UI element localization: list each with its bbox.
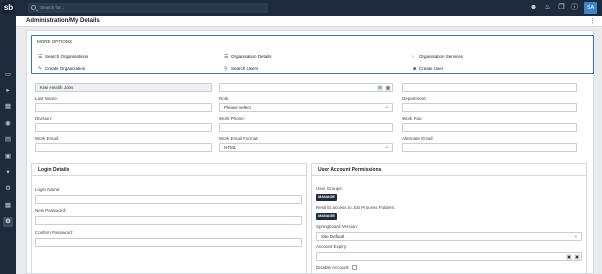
login-details-title: Login Details bbox=[32, 164, 306, 176]
top-right-field[interactable] bbox=[402, 83, 577, 92]
sidebar: ▭ ▸ ▦ ◉ ▤ ▣ ▾ ⚙ ▩ ⚙ bbox=[0, 16, 16, 274]
work-fax-field[interactable] bbox=[402, 123, 577, 132]
restrict-access-label: Restrict access to Job Process Folders: bbox=[316, 205, 396, 210]
folder-icon[interactable]: ▦ bbox=[3, 102, 13, 112]
confirm-password-field[interactable] bbox=[35, 238, 302, 247]
new-password-field[interactable] bbox=[35, 216, 302, 225]
new-password-label: New Password: bbox=[35, 208, 67, 213]
role-select[interactable]: Please select ⌄ bbox=[219, 103, 393, 112]
organisation-services-link[interactable]: › Organisation Services bbox=[412, 54, 463, 60]
page-title: Administration/My Details bbox=[26, 18, 100, 24]
role-label: Role: bbox=[219, 96, 230, 101]
work-email-format-select[interactable]: HTML ⌄ bbox=[219, 143, 393, 152]
chart-icon[interactable]: ▩ bbox=[3, 201, 13, 211]
calendar-icon[interactable]: ▣ bbox=[566, 253, 572, 260]
account-expiry-label: Account Expiry: bbox=[316, 244, 348, 249]
login-name-field[interactable] bbox=[35, 195, 302, 204]
search-users-icon: ⚲ bbox=[224, 66, 228, 72]
permissions-title: User Account Permissions bbox=[312, 164, 586, 176]
page-header: Administration/My Details ⋮ bbox=[16, 16, 602, 27]
disable-account-label: Disable Account: bbox=[316, 265, 350, 270]
more-options-panel: MORE OPTIONS ☰ Search Organisations ☰ Orga… bbox=[31, 35, 594, 74]
create-user-link[interactable]: ☻ Create User bbox=[412, 66, 443, 72]
alternate-email-field[interactable] bbox=[402, 143, 577, 152]
inbox-icon[interactable]: ▤ bbox=[3, 135, 13, 145]
search-list-icon: ☰ bbox=[38, 54, 43, 60]
list-icon[interactable]: ☰ bbox=[377, 84, 383, 91]
megaphone-icon[interactable]: ▸ bbox=[3, 86, 13, 96]
chevron-down-icon: ⌄ bbox=[573, 233, 578, 239]
calendar-icon[interactable]: ▣ bbox=[3, 152, 13, 162]
division-label: Division: bbox=[35, 116, 53, 121]
user-groups-label: User Groups: bbox=[316, 186, 343, 191]
springboard-version-select[interactable]: Site Default ⌄ bbox=[316, 232, 582, 241]
gear-icon[interactable]: ⚙ bbox=[3, 184, 13, 194]
work-fax-label: Work Fax: bbox=[402, 116, 423, 121]
more-options-title: MORE OPTIONS bbox=[37, 39, 73, 44]
user-add-icon: ☻ bbox=[412, 66, 418, 72]
calendar-clear-icon[interactable]: ▣ bbox=[574, 253, 580, 260]
organisation-details-link[interactable]: ☰ Organisation Details bbox=[224, 54, 272, 60]
grid-icon[interactable]: ▦ bbox=[385, 84, 391, 91]
display-icon[interactable]: ▭ bbox=[3, 70, 13, 80]
avatar[interactable]: SA bbox=[584, 2, 597, 14]
organisation-field[interactable]: Kiwi Health Jobs bbox=[35, 83, 212, 92]
work-phone-field[interactable] bbox=[219, 123, 393, 132]
disable-account-checkbox[interactable] bbox=[352, 265, 357, 270]
create-icon: ✎ bbox=[38, 66, 43, 72]
department-field[interactable] bbox=[402, 103, 577, 112]
work-email-field[interactable] bbox=[35, 143, 212, 152]
account-expiry-field[interactable]: ▣ ▣ bbox=[316, 252, 582, 261]
work-email-format-label: Work Email Format: bbox=[219, 136, 259, 141]
last-name-field[interactable] bbox=[35, 103, 212, 112]
springboard-logo[interactable]: sb bbox=[2, 2, 15, 14]
settings-icon[interactable]: ⚙ bbox=[3, 217, 13, 227]
confirm-password-label: Confirm Password: bbox=[35, 230, 74, 235]
more-menu-icon[interactable]: ⋮ bbox=[589, 17, 596, 25]
bell-icon[interactable]: ♨ bbox=[543, 3, 552, 13]
pin-icon[interactable]: ▾ bbox=[3, 168, 13, 178]
search-users-link[interactable]: ⚲ Search Users bbox=[224, 66, 258, 72]
top-bar: sb Search for... ☻ ♨ ❐ ⓘ SA bbox=[0, 0, 602, 16]
user-add-icon[interactable]: ☻ bbox=[529, 3, 538, 13]
help-icon[interactable]: ⓘ bbox=[570, 3, 579, 13]
work-phone-label: Work Phone: bbox=[219, 116, 245, 121]
springboard-version-label: Springboard Version: bbox=[316, 224, 359, 229]
chevron-right-icon: › bbox=[412, 54, 414, 60]
manage-job-folders-button[interactable]: MANAGE bbox=[316, 213, 337, 220]
department-label: Department: bbox=[402, 96, 427, 101]
create-organization-link[interactable]: ✎ Create Organization bbox=[38, 66, 85, 72]
chevron-down-icon: ⌄ bbox=[384, 144, 389, 150]
login-name-label: Login Name: bbox=[35, 187, 61, 192]
organisation-lookup-field[interactable]: ☰ ▦ bbox=[219, 83, 393, 92]
search-icon bbox=[31, 5, 36, 10]
list-icon: ☰ bbox=[224, 54, 229, 60]
search-organisations-link[interactable]: ☰ Search Organisations bbox=[38, 54, 88, 60]
manage-user-groups-button[interactable]: MANAGE bbox=[316, 194, 337, 201]
users-icon[interactable]: ◉ bbox=[3, 119, 13, 129]
work-email-label: Work Email: bbox=[35, 136, 60, 141]
search-input[interactable]: Search for... bbox=[28, 3, 268, 13]
chevron-down-icon: ⌄ bbox=[384, 104, 389, 110]
alternate-email-label: Alternate Email: bbox=[402, 136, 434, 141]
windows-icon[interactable]: ❐ bbox=[557, 3, 566, 13]
division-field[interactable] bbox=[35, 123, 212, 132]
last-name-label: Last Name: bbox=[35, 96, 59, 101]
